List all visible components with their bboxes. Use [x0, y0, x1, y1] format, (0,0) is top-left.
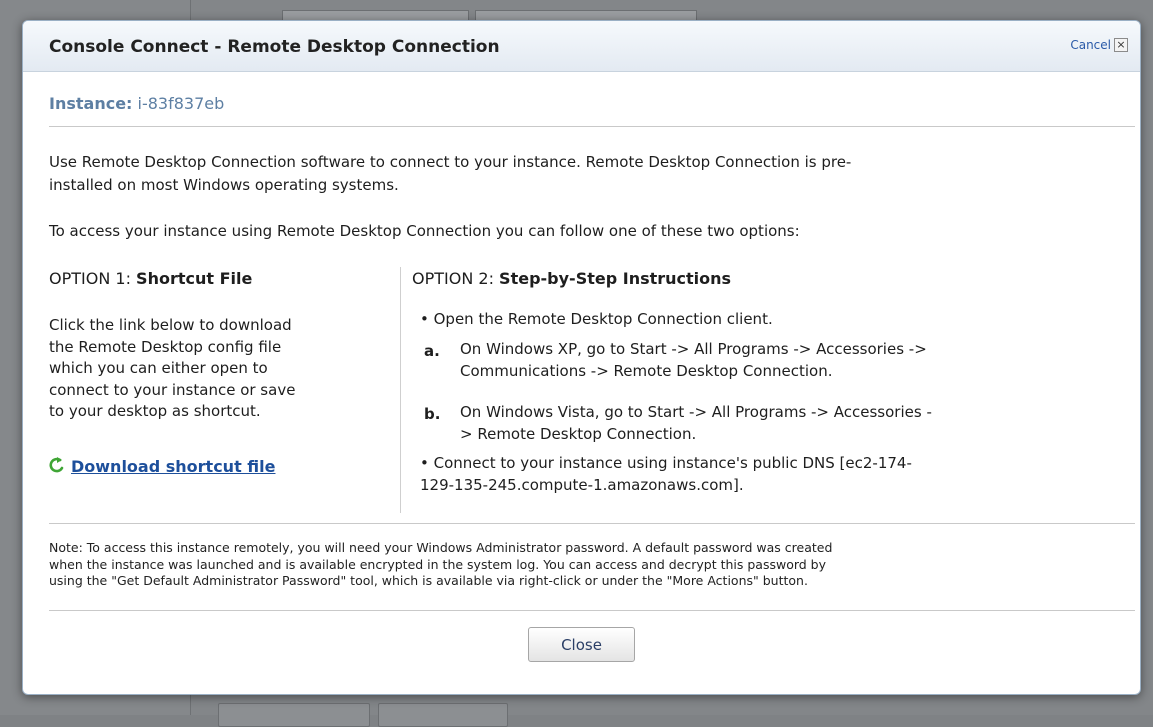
- download-shortcut-link[interactable]: Download shortcut file: [71, 457, 275, 476]
- step-b-line-2: > Remote Desktop Connection.: [460, 424, 697, 443]
- dialog-header: Console Connect - Remote Desktop Connect…: [23, 21, 1140, 72]
- password-note: Note: To access this instance remotely, …: [49, 540, 1129, 590]
- note-line: when the instance was launched and is av…: [49, 556, 827, 572]
- step-b-line-1: On Windows Vista, go to Start -> All Pro…: [460, 403, 932, 421]
- intro-line-2: installed on most Windows operating syst…: [49, 176, 399, 194]
- option2-bullet-1: • Open the Remote Desktop Connection cli…: [420, 310, 773, 328]
- options-intro: To access your instance using Remote Des…: [49, 222, 800, 240]
- bullet-2-line-2: 129-135-245.compute-1.amazonaws.com].: [420, 475, 744, 494]
- note-line: Note: To access this instance remotely, …: [49, 540, 833, 555]
- option2-bullet-2: • Connect to your instance using instanc…: [420, 453, 912, 496]
- download-shortcut-link-row[interactable]: Download shortcut file: [49, 456, 275, 476]
- option1-line: to your desktop as shortcut.: [49, 402, 261, 420]
- divider-top: [49, 126, 1135, 127]
- option1-line: connect to your instance or save: [49, 380, 296, 399]
- step-a-line-1: On Windows XP, go to Start -> All Progra…: [460, 340, 927, 358]
- cancel-button[interactable]: Cancel ×: [1070, 38, 1128, 52]
- background-action-button: [218, 703, 370, 727]
- option1-line: the Remote Desktop config file: [49, 337, 282, 356]
- option1-line: which you can either open to: [49, 359, 268, 377]
- step-b-text: On Windows Vista, go to Start -> All Pro…: [460, 402, 932, 445]
- divider-bottom: [49, 610, 1135, 611]
- step-a-line-2: Communications -> Remote Desktop Connect…: [460, 361, 833, 380]
- instance-label: Instance:: [49, 94, 133, 113]
- background-action-button-2: [378, 703, 508, 727]
- intro-text: Use Remote Desktop Connection software t…: [49, 151, 1129, 197]
- option1-prefix: OPTION 1:: [49, 269, 131, 288]
- option1-title: Shortcut File: [136, 269, 253, 288]
- option1-heading: OPTION 1: Shortcut File: [49, 269, 252, 288]
- refresh-arrow-icon[interactable]: [49, 456, 65, 476]
- note-line: using the "Get Default Administrator Pas…: [49, 573, 808, 588]
- option2-heading: OPTION 2: Step-by-Step Instructions: [412, 269, 731, 288]
- console-connect-dialog: Console Connect - Remote Desktop Connect…: [22, 20, 1141, 695]
- step-a-letter: a.: [424, 342, 440, 360]
- bullet-2-line-1: • Connect to your instance using instanc…: [420, 454, 912, 472]
- close-button[interactable]: Close: [528, 627, 635, 662]
- intro-line-1: Use Remote Desktop Connection software t…: [49, 153, 852, 171]
- option1-line: Click the link below to download: [49, 316, 292, 334]
- instance-info: Instance: i-83f837eb: [49, 94, 224, 113]
- close-icon[interactable]: ×: [1114, 38, 1128, 52]
- step-a-text: On Windows XP, go to Start -> All Progra…: [460, 339, 927, 382]
- cancel-label[interactable]: Cancel: [1070, 38, 1111, 52]
- option2-title: Step-by-Step Instructions: [499, 269, 732, 288]
- option2-prefix: OPTION 2:: [412, 269, 494, 288]
- dialog-title: Console Connect - Remote Desktop Connect…: [49, 37, 500, 57]
- divider-middle: [49, 523, 1135, 524]
- column-divider: [400, 267, 401, 513]
- option1-description: Click the link below to download the Rem…: [49, 315, 379, 423]
- step-b-letter: b.: [424, 405, 441, 423]
- instance-id: i-83f837eb: [137, 94, 225, 113]
